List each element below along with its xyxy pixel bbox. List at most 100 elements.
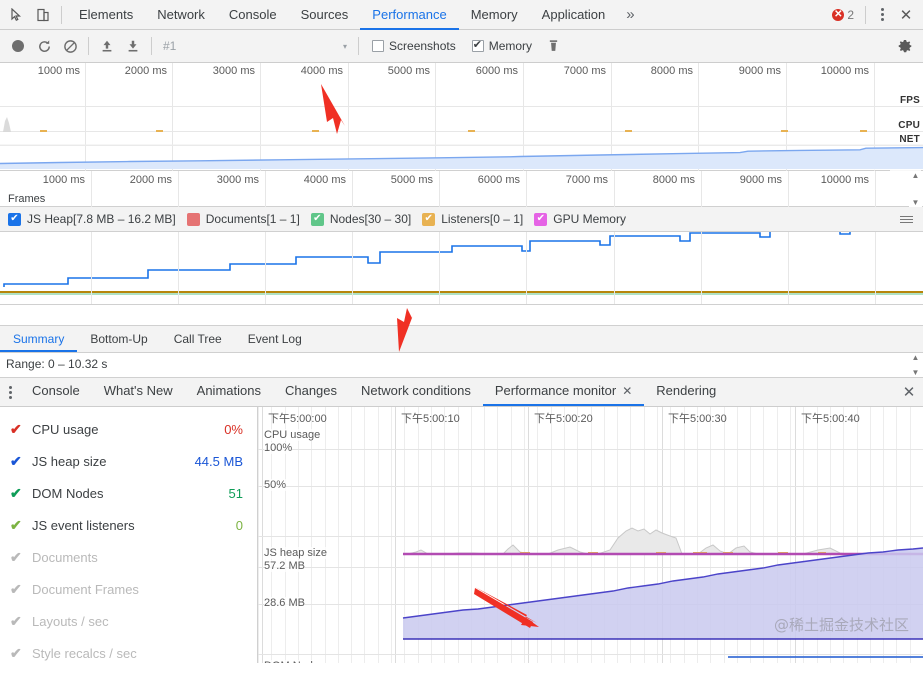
pm-metric-name: CPU usage: [32, 422, 224, 437]
legend-menu-icon[interactable]: [900, 216, 917, 223]
overview-label-net: NET: [898, 134, 921, 145]
overview-tick-label: 9000 ms: [739, 65, 786, 77]
tab-elements[interactable]: Elements: [67, 0, 145, 30]
tab-summary[interactable]: Summary: [0, 326, 77, 352]
tab-event-log[interactable]: Event Log: [235, 326, 315, 352]
screenshots-checkbox[interactable]: Screenshots: [364, 39, 464, 53]
watermark-text: @稀土掘金技术社区: [774, 614, 909, 635]
drawer-tab-rendering[interactable]: Rendering: [644, 378, 728, 406]
pm-metric-name: Layouts / sec: [32, 614, 243, 629]
tab-performance[interactable]: Performance: [360, 0, 458, 30]
error-icon: ✕: [832, 9, 844, 21]
performance-monitor-chart[interactable]: CPU usage 100% 50% JS heap size 57.2 MB …: [258, 407, 923, 663]
tab-call-tree[interactable]: Call Tree: [161, 326, 235, 352]
close-devtools-icon[interactable]: ✕: [893, 2, 919, 28]
tab-console[interactable]: Console: [217, 0, 289, 30]
legend-item-label: Documents[1 – 1]: [206, 212, 300, 226]
drawer-tab-changes-label: Changes: [285, 377, 337, 405]
drawer-menu-icon[interactable]: [0, 378, 20, 406]
frames-ruler-tick: [265, 171, 266, 207]
overview-label-fps: FPS: [899, 95, 921, 106]
frames-ruler-tick-label: 10000 ms: [821, 174, 875, 186]
drawer-close-icon[interactable]: ✕: [895, 378, 923, 406]
pm-metric-row[interactable]: ✔DOM Nodes51: [0, 477, 257, 509]
overview-label-cpu: CPU: [897, 120, 921, 131]
overview-row-cpu: CPU: [0, 107, 923, 132]
timeline-ruler-frames[interactable]: Frames ▲ ▼ 1000 ms2000 ms3000 ms4000 ms5…: [0, 171, 923, 207]
tab-network[interactable]: Network: [145, 0, 217, 30]
timeline-overview[interactable]: 1000 ms2000 ms3000 ms4000 ms5000 ms6000 …: [0, 63, 923, 171]
pm-axis-cpu-100: 100%: [264, 442, 292, 454]
inspect-element-icon[interactable]: [4, 2, 30, 28]
pm-metric-row[interactable]: ✔Documents: [0, 541, 257, 573]
record-button[interactable]: [5, 33, 31, 59]
pm-section-cpu: CPU usage 100% 50%: [258, 429, 923, 547]
memory-counters-chart[interactable]: [0, 232, 923, 305]
session-label: #1: [157, 39, 337, 53]
pm-metric-row[interactable]: ✔Style recalcs / sec: [0, 637, 257, 669]
pm-metric-row[interactable]: ✔JS heap size44.5 MB: [0, 445, 257, 477]
collect-garbage-button[interactable]: [540, 33, 566, 59]
memory-step-graph: [0, 232, 923, 305]
more-tabs-icon[interactable]: »: [617, 0, 643, 30]
legend-item-label: JS Heap[7.8 MB – 16.2 MB]: [27, 212, 176, 226]
toolbar-divider: [61, 6, 62, 24]
pm-time-label: 下午5:00:30: [668, 410, 727, 426]
frames-ruler-tick-label: 6000 ms: [478, 174, 526, 186]
frames-ruler-tick: [439, 171, 440, 207]
pm-axis-cpu-50: 50%: [264, 479, 286, 491]
tab-memory[interactable]: Memory: [459, 0, 530, 30]
clear-button[interactable]: [57, 33, 83, 59]
overview-tick-label: 1000 ms: [38, 65, 85, 77]
drawer-tab-close-icon[interactable]: ✕: [622, 377, 632, 405]
legend-item[interactable]: ✔Listeners[0 – 1]: [420, 212, 532, 226]
performance-monitor-panel: ✔CPU usage0%✔JS heap size44.5 MB✔DOM Nod…: [0, 407, 923, 663]
detail-tabs: Summary Bottom-Up Call Tree Event Log: [0, 326, 923, 353]
drawer-tab-whats-new[interactable]: What's New: [92, 378, 185, 406]
session-selector[interactable]: #1 ▾: [157, 39, 353, 53]
pm-metric-row[interactable]: ✔Document Frames: [0, 573, 257, 605]
timeline-scroll-arrows[interactable]: ▲ ▼: [909, 171, 922, 207]
pm-metric-value: 44.5 MB: [195, 454, 243, 469]
error-badge[interactable]: ✕ 2: [826, 8, 860, 22]
drawer-tab-network-conditions-label: Network conditions: [361, 377, 471, 405]
memory-label: Memory: [489, 39, 532, 53]
frames-ruler-tick: [788, 171, 789, 207]
legend-item[interactable]: ✔GPU Memory: [532, 212, 635, 226]
performance-monitor-metrics-list: ✔CPU usage0%✔JS heap size44.5 MB✔DOM Nod…: [0, 407, 258, 663]
memory-checkbox[interactable]: Memory: [464, 39, 540, 53]
pm-metric-row[interactable]: ✔CPU usage0%: [0, 413, 257, 445]
summary-scroll-up-icon[interactable]: ▲: [912, 353, 920, 362]
save-profile-button[interactable]: [120, 33, 146, 59]
tab-sources[interactable]: Sources: [289, 0, 361, 30]
reload-and-record-button[interactable]: [31, 33, 57, 59]
drawer-tab-performance-monitor[interactable]: Performance monitor ✕: [483, 378, 644, 406]
legend-swatch-icon: ✔: [8, 213, 21, 226]
scroll-down-icon[interactable]: ▼: [912, 198, 920, 207]
pm-metric-value: 51: [229, 486, 243, 501]
summary-scroll-arrows[interactable]: ▲ ▼: [909, 353, 922, 377]
pm-metric-row[interactable]: ✔JS event listeners0: [0, 509, 257, 541]
checkbox-icon-screenshots: [372, 40, 384, 52]
legend-item[interactable]: ✔ JS Heap[7.8 MB – 16.2 MB]: [6, 212, 185, 226]
range-label: Range: 0 – 10.32 s: [6, 357, 107, 371]
capture-settings-gear-icon[interactable]: [892, 33, 918, 59]
frames-ruler-tick: [701, 171, 702, 207]
load-profile-button[interactable]: [94, 33, 120, 59]
drawer-tabbar: Console What's New Animations Changes Ne…: [0, 378, 923, 407]
timeline-gap-strip: [0, 305, 923, 326]
legend-item[interactable]: ✔Nodes[30 – 30]: [309, 212, 420, 226]
drawer-tab-console[interactable]: Console: [20, 378, 92, 406]
drawer-tab-changes[interactable]: Changes: [273, 378, 349, 406]
drawer-tab-animations[interactable]: Animations: [185, 378, 273, 406]
tab-application[interactable]: Application: [530, 0, 618, 30]
tab-bottom-up[interactable]: Bottom-Up: [77, 326, 160, 352]
device-toolbar-icon[interactable]: [30, 2, 56, 28]
scroll-up-icon[interactable]: ▲: [912, 171, 920, 180]
devtools-menu-icon[interactable]: [871, 2, 893, 28]
summary-scroll-down-icon[interactable]: ▼: [912, 368, 920, 377]
legend-item[interactable]: Documents[1 – 1]: [185, 212, 309, 226]
drawer-tab-network-conditions[interactable]: Network conditions: [349, 378, 483, 406]
pm-metric-row[interactable]: ✔Layouts / sec: [0, 605, 257, 637]
drawer-tab-animations-label: Animations: [197, 377, 261, 405]
